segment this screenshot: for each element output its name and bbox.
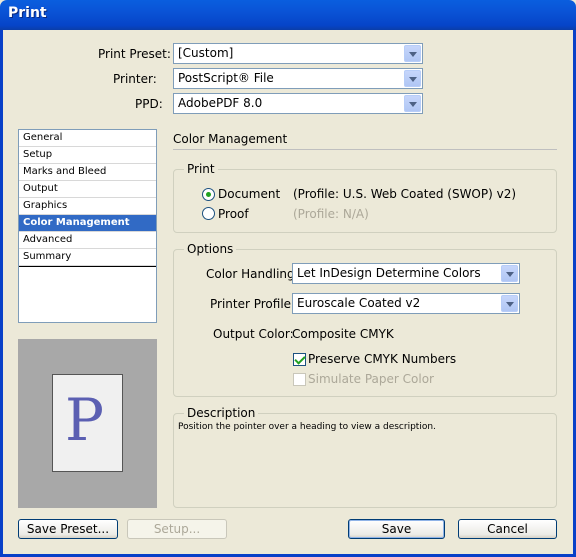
save-button[interactable]: Save xyxy=(348,519,445,539)
ppd-value: AdobePDF 8.0 xyxy=(178,96,263,110)
category-output[interactable]: Output xyxy=(19,181,156,198)
category-general[interactable]: General xyxy=(19,130,156,147)
options-group-title: Options xyxy=(184,242,237,256)
output-color-value: Composite CMYK xyxy=(292,327,394,341)
description-group-title: Description xyxy=(184,406,259,420)
output-color-label: Output Color: xyxy=(213,327,294,341)
preserve-cmyk-checkbox[interactable] xyxy=(293,353,306,366)
printer-profile-label: Printer Profile: xyxy=(210,297,296,311)
heading-divider xyxy=(173,149,557,150)
category-advanced[interactable]: Advanced xyxy=(19,232,156,249)
category-list: General Setup Marks and Bleed Output Gra… xyxy=(18,129,157,323)
chevron-down-icon[interactable] xyxy=(404,45,421,62)
printer-profile-dropdown[interactable]: Euroscale Coated v2 xyxy=(292,293,520,314)
setup-button[interactable]: Setup... xyxy=(127,519,227,539)
chevron-down-icon[interactable] xyxy=(501,295,518,312)
print-preset-value: [Custom] xyxy=(178,46,234,60)
printer-profile-value: Euroscale Coated v2 xyxy=(297,296,421,310)
category-marks-and-bleed[interactable]: Marks and Bleed xyxy=(19,164,156,181)
proof-label[interactable]: Proof xyxy=(218,207,249,221)
print-preset-dropdown[interactable]: [Custom] xyxy=(173,43,423,64)
window-title: Print xyxy=(8,5,47,21)
document-radio[interactable] xyxy=(202,188,215,201)
chevron-down-icon[interactable] xyxy=(404,70,421,87)
simulate-paper-label[interactable]: Simulate Paper Color xyxy=(308,372,434,386)
panel-heading: Color Management xyxy=(173,132,288,146)
save-preset-button[interactable]: Save Preset... xyxy=(18,519,118,539)
proof-profile: (Profile: N/A) xyxy=(293,207,369,221)
document-label[interactable]: Document xyxy=(218,187,280,201)
printer-value: PostScript® File xyxy=(178,71,274,85)
chevron-down-icon[interactable] xyxy=(404,95,421,112)
ppd-dropdown[interactable]: AdobePDF 8.0 xyxy=(173,93,423,114)
simulate-paper-checkbox[interactable] xyxy=(293,373,306,386)
category-graphics[interactable]: Graphics xyxy=(19,198,156,215)
list-empty-area xyxy=(19,266,156,322)
category-color-management[interactable]: Color Management xyxy=(19,215,156,232)
document-profile: (Profile: U.S. Web Coated (SWOP) v2) xyxy=(293,187,517,201)
chevron-down-icon[interactable] xyxy=(501,265,518,282)
color-handling-value: Let InDesign Determine Colors xyxy=(297,266,481,280)
ppd-label: PPD: xyxy=(135,97,163,111)
description-text: Position the pointer over a heading to v… xyxy=(178,422,436,432)
preview-letter: P xyxy=(65,386,105,454)
color-handling-label: Color Handling: xyxy=(206,267,299,281)
cancel-button[interactable]: Cancel xyxy=(458,519,557,539)
printer-dropdown[interactable]: PostScript® File xyxy=(173,68,423,89)
print-group xyxy=(173,169,557,233)
printer-label: Printer: xyxy=(113,72,157,86)
proof-radio[interactable] xyxy=(202,207,215,220)
preview-page: P xyxy=(52,374,123,472)
category-summary[interactable]: Summary xyxy=(19,249,156,266)
print-preset-label: Print Preset: xyxy=(98,47,171,61)
color-handling-dropdown[interactable]: Let InDesign Determine Colors xyxy=(292,263,520,284)
page-preview: P xyxy=(18,339,157,508)
category-setup[interactable]: Setup xyxy=(19,147,156,164)
preserve-cmyk-label[interactable]: Preserve CMYK Numbers xyxy=(308,352,456,366)
print-group-title: Print xyxy=(184,162,218,176)
title-bar: Print xyxy=(0,0,576,30)
